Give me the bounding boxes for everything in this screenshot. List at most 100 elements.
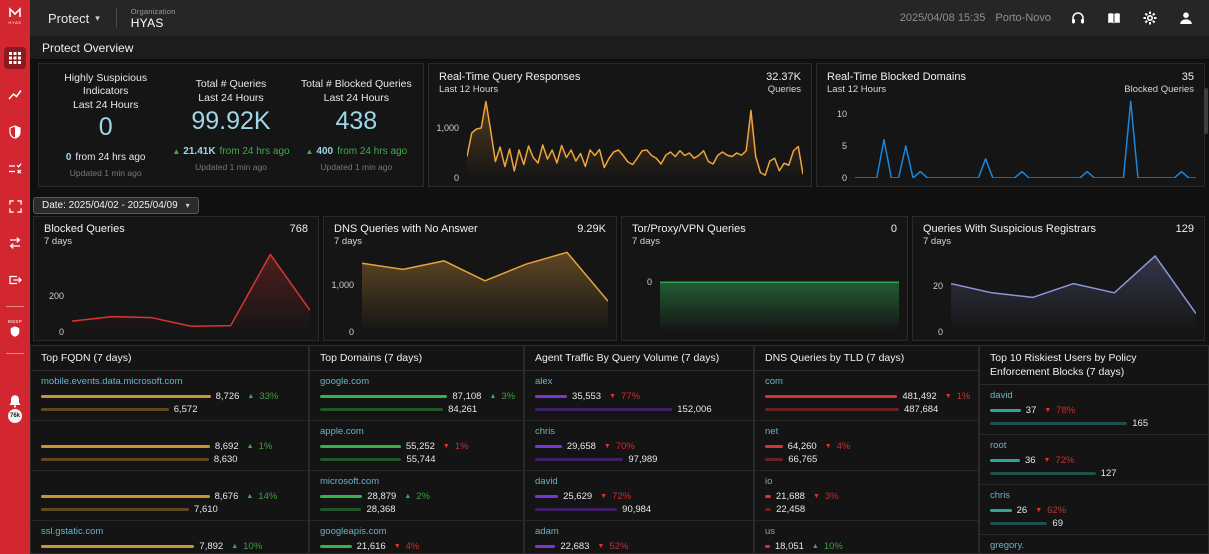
chart-realtime-blocked-domains: Real-Time Blocked Domains Last 12 Hours … <box>816 63 1205 187</box>
settings-button[interactable] <box>1141 9 1159 27</box>
row-label[interactable] <box>41 426 298 437</box>
row-label[interactable]: net <box>765 426 968 437</box>
row-label[interactable]: alex <box>535 376 743 387</box>
hyas-logo-mark <box>8 7 22 19</box>
row-label[interactable]: googleapis.com <box>320 526 513 537</box>
previous-value-bar <box>535 508 617 511</box>
row-label[interactable]: david <box>535 476 743 487</box>
row-label[interactable]: root <box>990 440 1198 451</box>
row-label[interactable] <box>41 476 298 487</box>
row-delta-percent: 33% <box>259 391 278 402</box>
table-row: mobile.events.data.microsoft.com8,726▲33… <box>31 371 308 421</box>
row-label[interactable]: microsoft.com <box>320 476 513 487</box>
box-arrow-icon <box>8 273 22 287</box>
y-axis: 0 <box>622 249 658 332</box>
table-agent-traffic: Agent Traffic By Query Volume (7 days) a… <box>524 345 754 554</box>
row-value: 18,051 <box>775 541 804 552</box>
row-delta-percent: 4% <box>837 441 851 452</box>
chart-plot[interactable]: 2000 <box>34 249 310 332</box>
row-label[interactable]: apple.com <box>320 426 513 437</box>
value-bar <box>765 495 771 498</box>
chart-plot[interactable]: 1,0000 <box>429 98 803 178</box>
row-label[interactable]: com <box>765 376 968 387</box>
row-label[interactable]: google.com <box>320 376 513 387</box>
row-label[interactable]: io <box>765 476 968 487</box>
sidebar-item-expand-view[interactable] <box>4 195 26 217</box>
chart-total-label: Blocked Queries <box>1124 84 1194 95</box>
table-row: root36▼72%127 <box>980 435 1208 485</box>
sidebar-item-analytics[interactable] <box>4 84 26 106</box>
row-label[interactable]: david <box>990 390 1198 401</box>
sidebar-item-mssp[interactable]: MSSP <box>8 319 22 338</box>
documentation-button[interactable] <box>1105 9 1123 27</box>
datetime-display: 2025/04/08 15:35 <box>900 12 986 24</box>
chart-plot[interactable]: 0 <box>622 249 899 332</box>
row-label[interactable]: mobile.events.data.microsoft.com <box>41 376 298 387</box>
delta-up-icon: ▲ <box>489 393 496 400</box>
row-value: 21,616 <box>357 541 386 552</box>
stat-subtitle: Last 24 Hours <box>324 92 389 104</box>
row-value: 8,726 <box>216 391 240 402</box>
row-value: 29,658 <box>567 441 596 452</box>
y-tick-label: 0 <box>454 173 459 183</box>
y-tick-label: 0 <box>938 327 943 337</box>
date-range-filter[interactable]: Date: 2025/04/02 - 2025/04/09 ▾ <box>33 197 199 214</box>
y-axis: 1,0000 <box>429 98 465 178</box>
row-delta-percent: 1% <box>455 441 469 452</box>
delta-down-icon: ▼ <box>604 443 611 450</box>
chart-total-value: 129 <box>1176 223 1194 247</box>
row-previous-value: 69 <box>1052 518 1063 529</box>
chart-plot[interactable]: 200 <box>913 249 1196 332</box>
row-value: 8,676 <box>215 491 239 502</box>
previous-value-bar <box>990 422 1127 425</box>
hyas-logo-text: HYAS <box>9 20 22 25</box>
support-button[interactable] <box>1069 9 1087 27</box>
chart-plot[interactable]: 1,0000 <box>324 249 608 332</box>
product-menu[interactable]: Protect ▾ <box>30 0 116 36</box>
row-label[interactable]: us <box>765 526 968 537</box>
account-button[interactable] <box>1177 9 1195 27</box>
delta-down-icon: ▼ <box>1044 407 1051 414</box>
chart-title: Real-Time Blocked Domains <box>827 71 966 83</box>
list-check-x-icon <box>8 162 22 176</box>
row-previous-value: 66,765 <box>788 454 817 465</box>
table-row: gregory.7▼53%15 <box>980 535 1208 554</box>
sidebar-item-deployment[interactable] <box>4 269 26 291</box>
row-label[interactable]: chris <box>990 490 1198 501</box>
hyas-logo[interactable]: HYAS <box>0 0 30 32</box>
row-delta-percent: 77% <box>621 391 640 402</box>
plot-area <box>660 249 899 332</box>
chart-title: DNS Queries with No Answer <box>334 223 478 235</box>
plot-area <box>951 249 1196 332</box>
y-tick-label: 20 <box>933 281 943 291</box>
row-label[interactable]: gregory. <box>990 540 1198 551</box>
sidebar-item-traffic[interactable] <box>4 232 26 254</box>
previous-value-bar <box>41 508 189 511</box>
y-tick-label: 1,000 <box>436 123 459 133</box>
row-delta-percent: 3% <box>825 491 839 502</box>
vertical-scrollbar[interactable] <box>1204 88 1208 134</box>
row-label[interactable]: adam <box>535 526 743 537</box>
stat-updated: Updated 1 min ago <box>168 162 293 172</box>
row-value: 28,879 <box>367 491 396 502</box>
stat-delta: ▲400from 24 hrs ago <box>294 146 419 158</box>
row-delta-percent: 3% <box>501 391 515 402</box>
delta-down-icon: ▼ <box>1044 457 1051 464</box>
sidebar-item-notifications[interactable]: 76k <box>8 394 22 423</box>
table-row: ssl.gstatic.com7,892▲10%7,169 <box>31 521 308 554</box>
sidebar-item-policy-lists[interactable] <box>4 158 26 180</box>
sidebar: HYAS MSSP 76k <box>0 0 30 554</box>
chart-plot[interactable]: 1050 <box>817 98 1196 178</box>
sidebar-item-dashboard[interactable] <box>4 47 26 69</box>
row-delta-percent: 70% <box>616 441 635 452</box>
previous-value-bar <box>990 522 1047 525</box>
row-label[interactable]: chris <box>535 426 743 437</box>
value-bar <box>535 445 562 448</box>
row-previous-value: 22,458 <box>776 504 805 515</box>
stat-title: Total # Queries <box>196 78 267 90</box>
value-bar <box>990 459 1020 462</box>
row-previous-value: 6,572 <box>174 404 198 415</box>
row-label[interactable]: ssl.gstatic.com <box>41 526 298 537</box>
sidebar-item-protection[interactable] <box>4 121 26 143</box>
y-tick-label: 1,000 <box>331 280 354 290</box>
